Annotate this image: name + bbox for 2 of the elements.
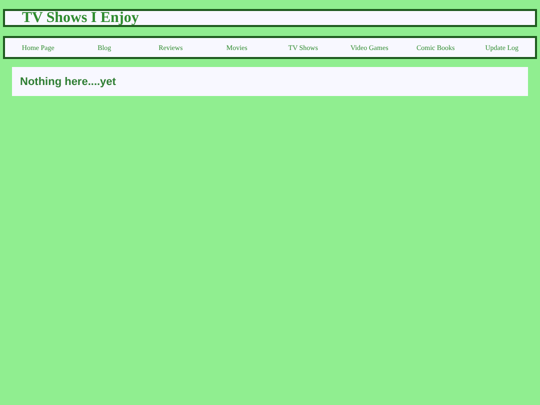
page-title: TV Shows I Enjoy <box>22 11 139 25</box>
empty-message: Nothing here....yet <box>20 76 116 88</box>
